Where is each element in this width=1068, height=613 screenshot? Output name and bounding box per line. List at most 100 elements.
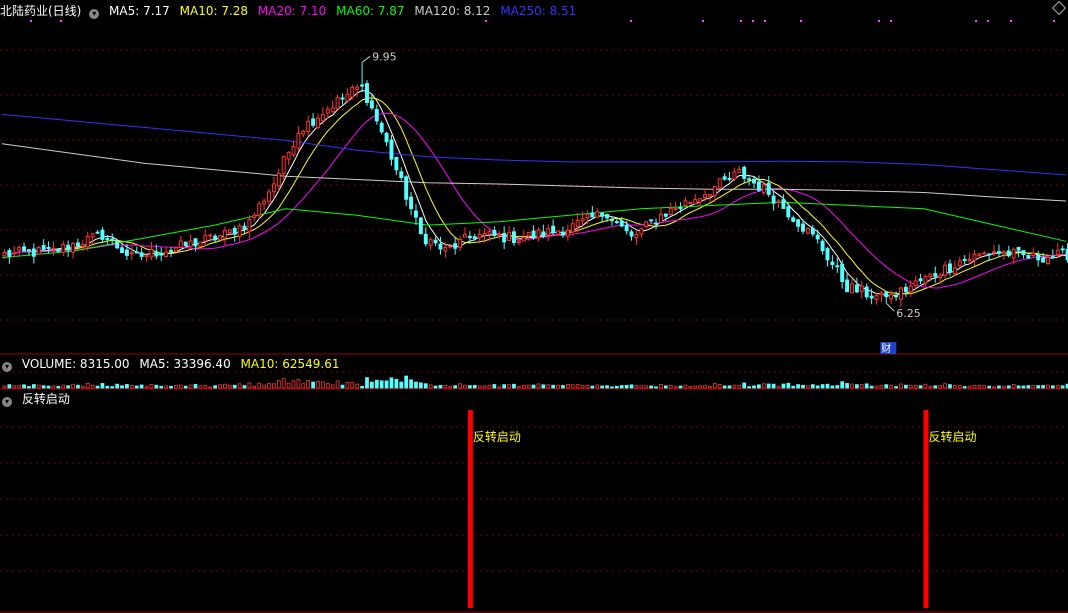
volume-bar — [404, 375, 409, 389]
volume-bar — [482, 385, 487, 389]
candle-body — [443, 247, 448, 252]
candle-body — [1001, 251, 1006, 254]
candle-body — [756, 181, 761, 191]
volume-bar — [125, 384, 129, 389]
candle-body — [80, 244, 85, 247]
volume-bar — [399, 381, 404, 389]
chevron-down-icon[interactable]: ▾ — [89, 9, 100, 19]
volume-bar — [433, 385, 438, 389]
candle-body — [502, 232, 507, 243]
volume-bar — [370, 381, 374, 389]
volume-bar — [712, 383, 717, 389]
candle-body — [732, 171, 737, 180]
volume-bar — [708, 386, 712, 389]
volume-bar — [232, 384, 237, 389]
volume-bar — [786, 382, 791, 389]
volume-bar — [22, 384, 26, 389]
volume-bar — [1055, 385, 1060, 389]
volume-bar — [311, 381, 315, 389]
volume-bar — [1050, 385, 1055, 389]
stock-name[interactable]: 北陆药业(日线) — [0, 4, 81, 18]
candle-body — [316, 117, 320, 128]
volume-bar — [933, 385, 938, 389]
candle-body — [644, 221, 649, 227]
candle-body — [835, 265, 840, 268]
chevron-down-icon[interactable]: ▾ — [2, 397, 12, 407]
volume-bar — [575, 384, 580, 389]
candle-body — [1031, 252, 1036, 257]
volume-bar — [546, 384, 551, 389]
candle-body — [41, 244, 46, 250]
signal-dot — [800, 20, 802, 22]
candle-body — [325, 108, 330, 114]
candle-body — [271, 183, 276, 193]
candle-body — [663, 213, 668, 217]
volume-bar — [884, 384, 889, 389]
volume-bar — [531, 384, 536, 389]
volume-bar — [350, 381, 355, 389]
signal-dot — [485, 20, 487, 22]
signal-dot — [987, 20, 989, 22]
volume-bar — [766, 383, 771, 389]
volume-bar — [987, 385, 992, 389]
candle-body — [208, 234, 213, 237]
candle-body — [296, 133, 301, 149]
volume-bar — [722, 385, 727, 389]
volume-bar — [894, 386, 898, 389]
candle-body — [384, 132, 389, 143]
volume-bar — [291, 380, 296, 389]
candle-body — [654, 222, 658, 225]
candle-body — [521, 237, 526, 242]
chevron-down-icon[interactable]: ▾ — [2, 362, 12, 372]
candle-body — [894, 294, 899, 298]
candle-body — [957, 260, 962, 266]
volume-value: VOLUME: 8315.00 — [21, 357, 130, 371]
volume-bars — [2, 375, 1068, 389]
volume-bar — [296, 379, 301, 389]
ma20-line — [4, 112, 1068, 289]
volume-bar — [17, 385, 22, 389]
candle-body — [188, 240, 193, 248]
candle-body — [71, 243, 76, 253]
candle-body — [595, 211, 600, 218]
volume-bar — [1011, 384, 1016, 389]
candle-body — [178, 240, 183, 248]
volume-bar — [7, 384, 12, 389]
volume-bar — [874, 385, 879, 389]
candle-body — [482, 233, 487, 236]
volume-bar — [159, 385, 164, 389]
volume-bar — [95, 385, 100, 389]
volume-bar — [835, 385, 840, 389]
candle-body — [614, 221, 619, 224]
volume-bar — [423, 383, 428, 389]
volume-bar — [458, 383, 462, 389]
volume-bar — [526, 384, 531, 389]
volume-bar — [374, 379, 379, 389]
candle-body — [409, 196, 414, 210]
volume-bar — [703, 385, 707, 389]
candle-body — [707, 194, 712, 197]
volume-bar — [928, 386, 933, 389]
volume-bar — [149, 384, 154, 389]
volume-bar — [771, 383, 776, 389]
candle-body — [913, 280, 918, 286]
candle-body — [458, 239, 463, 248]
volume-bar — [80, 385, 85, 389]
candle-body — [516, 240, 521, 243]
candle-body — [124, 249, 129, 256]
volume-bar — [301, 383, 306, 389]
candle-body — [1021, 250, 1026, 256]
candle-body — [639, 228, 644, 235]
volume-bar — [1026, 385, 1031, 389]
volume-bar — [556, 384, 560, 389]
candle-body — [786, 206, 791, 218]
volume-bar — [634, 385, 639, 389]
signal-dot — [740, 20, 742, 22]
candle-body — [26, 249, 31, 252]
candle-body — [580, 218, 585, 222]
volume-bar — [815, 385, 820, 389]
volume-bar — [492, 384, 497, 389]
volume-bar — [100, 383, 105, 389]
volume-bar — [693, 385, 698, 389]
volume-bar — [727, 385, 732, 389]
